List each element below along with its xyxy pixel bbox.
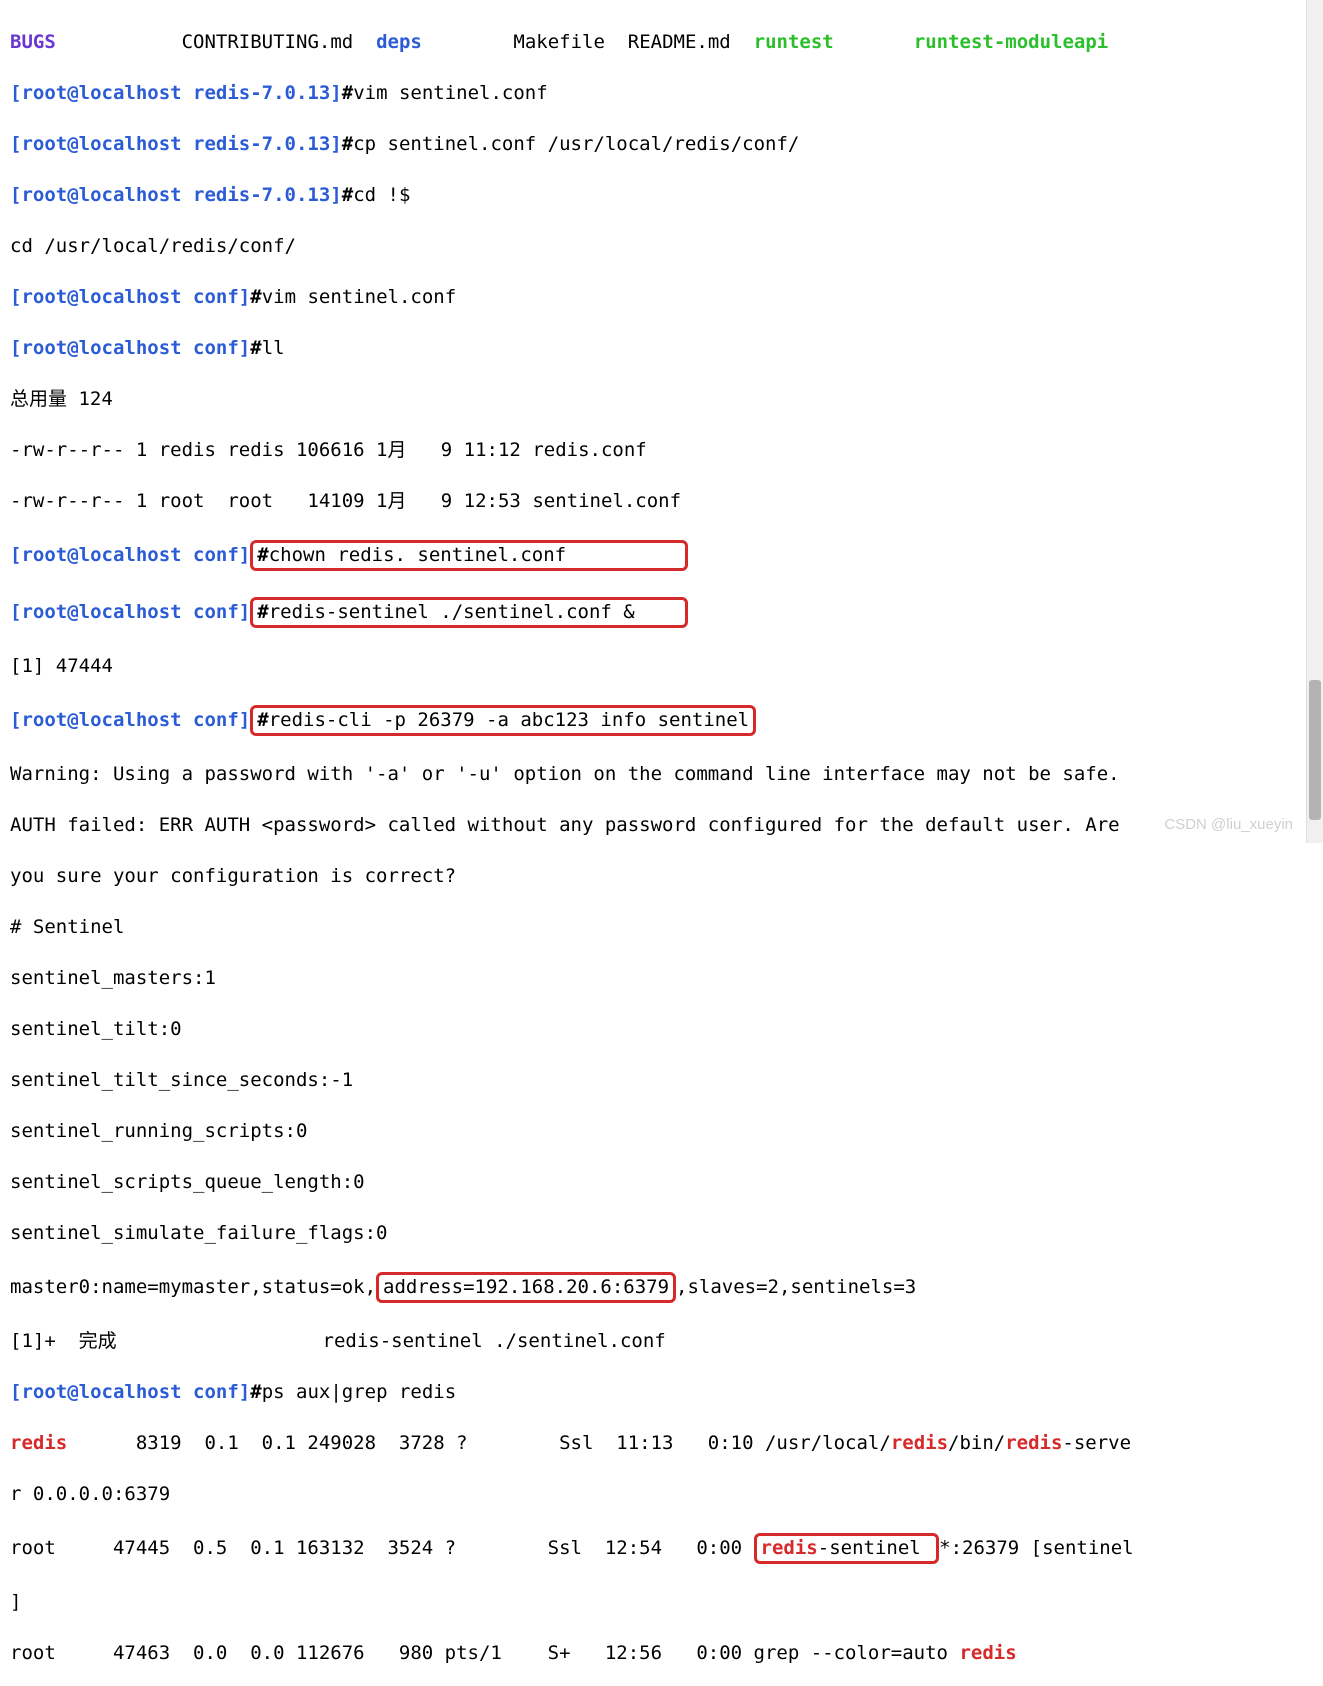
highlight-redis-cli: #redis-cli -p 26379 -a abc123 info senti…: [250, 705, 756, 737]
prompt-line-3: [root@localhost redis-7.0.13]#cd !$: [10, 183, 1313, 209]
highlight-sentinel-proc: redis-sentinel: [754, 1533, 940, 1565]
ll-total: 总用量 124: [10, 387, 1313, 413]
prompt-line-1: [root@localhost redis-7.0.13]#vim sentin…: [10, 81, 1313, 107]
job-id: [1] 47444: [10, 654, 1313, 680]
ps-row-2: root 47445 0.5 0.1 163132 3524 ? Ssl 12:…: [10, 1533, 1313, 1565]
sentinel-tilt: sentinel_tilt:0: [10, 1017, 1313, 1043]
ll-row-1: -rw-r--r-- 1 redis redis 106616 1月 9 11:…: [10, 438, 1313, 464]
ps-row-2b: ]: [10, 1590, 1313, 1616]
dir-deps: deps: [376, 31, 422, 53]
prompt-line-7: [root@localhost conf]#redis-sentinel ./s…: [10, 597, 1313, 629]
prompt-line-4: [root@localhost conf]#vim sentinel.conf: [10, 285, 1313, 311]
file-makefile: Makefile: [513, 31, 605, 53]
exec-runtest: runtest: [754, 31, 834, 53]
csdn-watermark: CSDN @liu_xueyin: [1164, 812, 1293, 838]
ps-row-1b: r 0.0.0.0:6379: [10, 1482, 1313, 1508]
prompt-line-8: [root@localhost conf]#redis-cli -p 26379…: [10, 705, 1313, 737]
sentinel-header: # Sentinel: [10, 915, 1313, 941]
prompt-line-5: [root@localhost conf]#ll: [10, 336, 1313, 362]
vertical-scrollbar[interactable]: [1306, 0, 1323, 843]
sentinel-running-scripts: sentinel_running_scripts:0: [10, 1119, 1313, 1145]
warning-line-3: you sure your configuration is correct?: [10, 864, 1313, 890]
sentinel-queue-length: sentinel_scripts_queue_length:0: [10, 1170, 1313, 1196]
master0-line: master0:name=mymaster,status=ok,address=…: [10, 1272, 1313, 1304]
file-contributing: CONTRIBUTING.md: [182, 31, 354, 53]
job-done: [1]+ 完成 redis-sentinel ./sentinel.conf: [10, 1329, 1313, 1355]
highlight-sentinel-start: #redis-sentinel ./sentinel.conf &: [250, 597, 687, 629]
terminal-output[interactable]: BUGS CONTRIBUTING.md deps Makefile READM…: [0, 0, 1323, 1686]
file-readme: README.md: [628, 31, 731, 53]
ps-row-1: redis 8319 0.1 0.1 249028 3728 ? Ssl 11:…: [10, 1431, 1313, 1457]
highlight-chown: #chown redis. sentinel.conf: [250, 540, 687, 572]
sentinel-tilt-since: sentinel_tilt_since_seconds:-1: [10, 1068, 1313, 1094]
ll-row-2: -rw-r--r-- 1 root root 14109 1月 9 12:53 …: [10, 489, 1313, 515]
prompt-line-9: [root@localhost conf]#ps aux|grep redis: [10, 1380, 1313, 1406]
warning-line-1: Warning: Using a password with '-a' or '…: [10, 762, 1313, 788]
cd-expansion: cd /usr/local/redis/conf/: [10, 234, 1313, 260]
ls-header: BUGS CONTRIBUTING.md deps Makefile READM…: [10, 30, 1313, 56]
warning-line-2: AUTH failed: ERR AUTH <password> called …: [10, 813, 1313, 839]
scrollbar-thumb[interactable]: [1309, 680, 1321, 820]
sentinel-fail-flags: sentinel_simulate_failure_flags:0: [10, 1221, 1313, 1247]
highlight-address: address=192.168.20.6:6379: [376, 1272, 676, 1304]
file-bugs: BUGS: [10, 31, 56, 53]
prompt-line-2: [root@localhost redis-7.0.13]#cp sentine…: [10, 132, 1313, 158]
sentinel-masters: sentinel_masters:1: [10, 966, 1313, 992]
prompt-line-6: [root@localhost conf]#chown redis. senti…: [10, 540, 1313, 572]
exec-runtest-moduleapi: runtest-moduleapi: [914, 31, 1108, 53]
ps-row-3: root 47463 0.0 0.0 112676 980 pts/1 S+ 1…: [10, 1641, 1313, 1667]
